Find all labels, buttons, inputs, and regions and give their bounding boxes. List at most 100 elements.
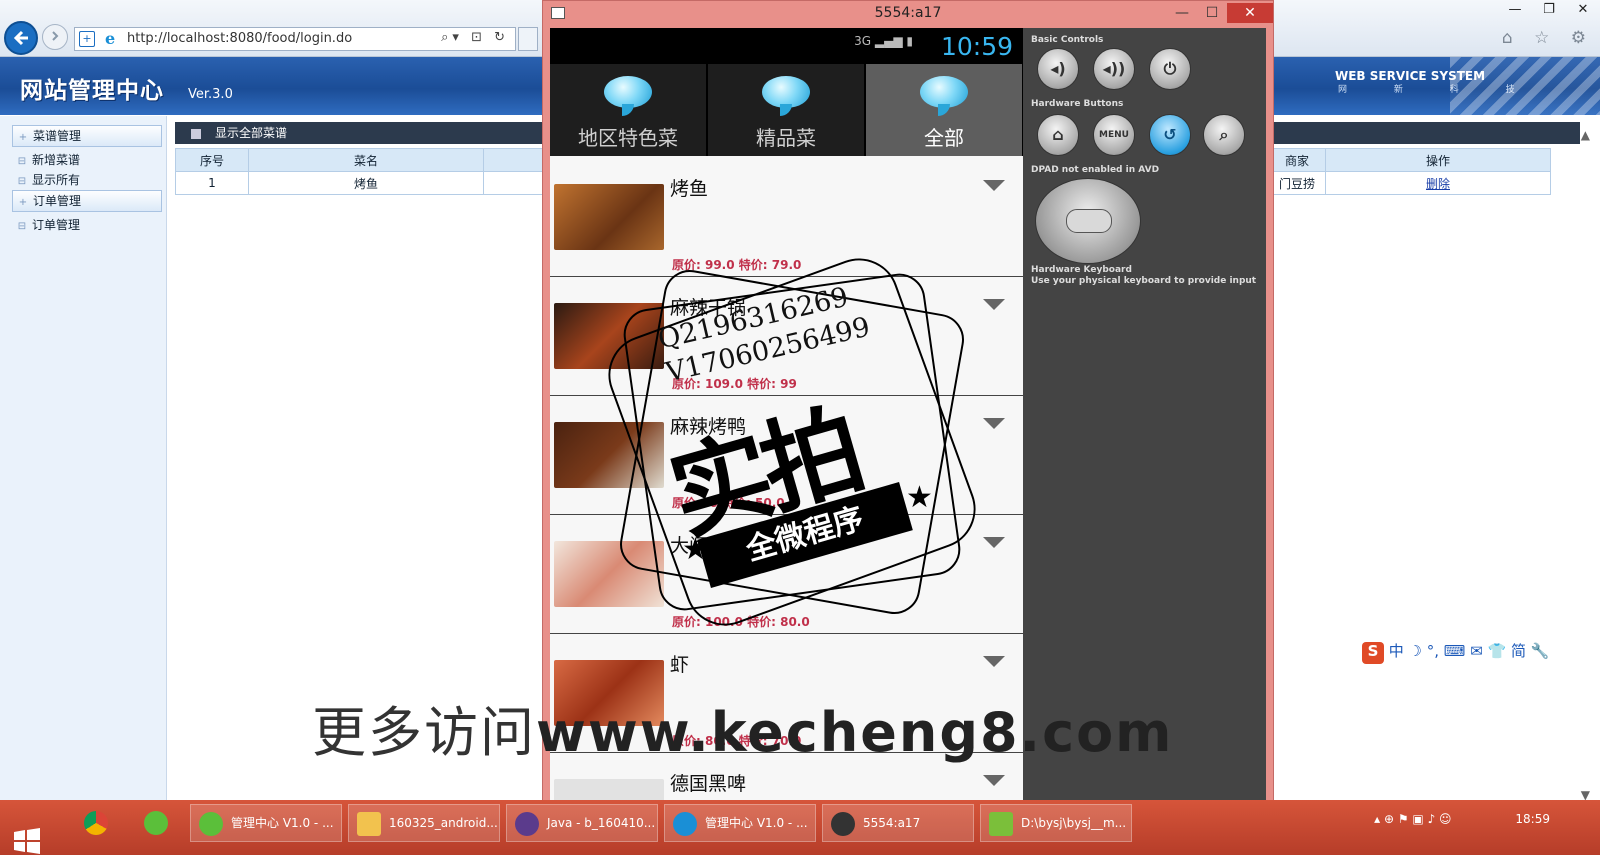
hardware-keyboard-note: Use your physical keyboard to provide in…: [1031, 276, 1257, 286]
food-image: [554, 422, 664, 488]
food-price: 原价: 99.0 特价: 79.0: [672, 258, 802, 272]
tab-all[interactable]: 全部: [866, 64, 1023, 156]
minimize-icon[interactable]: —: [1498, 0, 1532, 20]
arrow-left-icon: [13, 30, 28, 46]
menu-button[interactable]: MENU: [1093, 114, 1135, 156]
panel-title: 显示全部菜谱: [215, 126, 288, 140]
column-header: 菜名: [248, 148, 484, 172]
taskbar-item[interactable]: D:\bysj\bysj__m...: [980, 804, 1132, 842]
panel-icon: [191, 128, 201, 139]
browser-tab[interactable]: [518, 27, 538, 51]
sidebar-item-order-management[interactable]: + 订单管理: [12, 190, 162, 212]
cell-no: 1: [175, 171, 249, 195]
taskbar-item[interactable]: Java - b_160410...: [506, 804, 658, 842]
site-title: 网站管理中心: [20, 78, 164, 104]
table-header-row: 序号 菜名: [175, 148, 547, 172]
home-button[interactable]: ⌂: [1037, 114, 1079, 156]
ime-toolbar[interactable]: S 中 ☽ °, ⌨ ✉ 👕 简 🔧: [1362, 640, 1562, 664]
ime-icons[interactable]: 中 ☽ °, ⌨ ✉ 👕 简 🔧: [1389, 642, 1550, 660]
sidebar-item-show-all[interactable]: ⊟ 显示所有: [12, 170, 160, 190]
home-favorites-settings-icons[interactable]: ⌂ ☆ ⚙: [1502, 28, 1594, 48]
address-bar[interactable]: + e http://localhost:8080/food/login.do …: [74, 27, 516, 51]
emulator-window-controls: — ☐ ✕: [1167, 1, 1273, 23]
status-time: 10:59: [940, 32, 1013, 61]
forward-button[interactable]: [42, 24, 68, 50]
bottom-watermark: 更多访问www.kecheng8.com: [312, 701, 1174, 764]
chevron-down-icon[interactable]: [983, 537, 1005, 548]
back-button[interactable]: [4, 21, 38, 55]
search-refresh-icons[interactable]: ⌕▾ ⊡ ↻: [441, 30, 509, 45]
clock[interactable]: 18:59: [1515, 812, 1550, 826]
sidebar-item-label: 菜谱管理: [33, 129, 82, 143]
chevron-down-icon[interactable]: [983, 775, 1005, 786]
tree-node-icon: ⊟: [17, 221, 27, 232]
volume-down-button[interactable]: ◂): [1037, 48, 1079, 90]
tab-bar: 地区特色菜 精品菜 全部: [550, 64, 1023, 156]
dpad-control[interactable]: [1035, 178, 1141, 264]
food-image: [554, 541, 664, 607]
food-image: [554, 303, 664, 369]
windows-logo-icon[interactable]: [12, 826, 42, 856]
chevron-down-icon[interactable]: [983, 656, 1005, 667]
app-icon[interactable]: [138, 804, 174, 840]
ie-logo-icon: e: [105, 29, 116, 48]
food-image: [554, 184, 664, 250]
security-icon: +: [79, 31, 95, 47]
dpad-center[interactable]: [1066, 209, 1112, 233]
delete-link[interactable]: 删除: [1426, 177, 1450, 191]
tab-label: 全部: [924, 126, 964, 150]
food-name: 虾: [670, 654, 690, 676]
chevron-down-icon[interactable]: [983, 418, 1005, 429]
emulator-title: 5554:a17: [874, 5, 942, 21]
tab-label: 精品菜: [756, 126, 816, 150]
chevron-down-icon[interactable]: [983, 299, 1005, 310]
table-row: 门豆捞 删除: [1268, 171, 1551, 195]
taskbar-item[interactable]: 管理中心 V1.0 - ...: [664, 804, 816, 842]
column-header: 序号: [175, 148, 249, 172]
chevron-down-icon[interactable]: [983, 180, 1005, 191]
sidebar-item-add-recipe[interactable]: ⊟ 新增菜谱: [12, 150, 160, 170]
tab-regional-dishes[interactable]: 地区特色菜: [550, 64, 708, 156]
signal-battery-icons: 3G ▂▄▆ ▮: [854, 34, 913, 48]
sidebar-item-label: 显示所有: [32, 173, 81, 187]
sidebar-item-orders[interactable]: ⊟ 订单管理: [12, 215, 160, 235]
recipe-table: 序号 菜名 1 烤鱼: [175, 148, 547, 195]
hardware-keyboard-label: Hardware Keyboard: [1031, 265, 1132, 275]
close-icon[interactable]: ✕: [1566, 0, 1600, 20]
back-hardware-button[interactable]: ↺: [1149, 114, 1191, 156]
close-icon[interactable]: ✕: [1227, 3, 1273, 23]
chrome-icon[interactable]: [78, 804, 114, 840]
taskbar-item[interactable]: 160325_android...: [348, 804, 500, 842]
taskbar-item[interactable]: 5554:a17: [822, 804, 974, 842]
sidebar-item-label: 订单管理: [32, 218, 81, 232]
taskbar: 管理中心 V1.0 - ... 160325_android... Java -…: [0, 800, 1600, 855]
restore-icon[interactable]: ❐: [1532, 0, 1566, 20]
window-icon: [551, 7, 565, 19]
list-item[interactable]: 烤鱼 原价: 99.0 特价: 79.0: [550, 158, 1023, 277]
cell-shop: 门豆捞: [1268, 171, 1326, 195]
sidebar-item-label: 订单管理: [33, 194, 82, 208]
cell-empty: [483, 171, 547, 195]
tab-premium-dishes[interactable]: 精品菜: [708, 64, 866, 156]
status-bar: 3G ▂▄▆ ▮ 10:59: [550, 28, 1023, 64]
version-label: Ver.3.0: [188, 87, 233, 102]
dpad-label: DPAD not enabled in AVD: [1031, 165, 1160, 175]
volume-up-button[interactable]: ◂)): [1093, 48, 1135, 90]
tray-icons[interactable]: ▴ ⊕ ⚑ ▣ ♪ ☺: [1374, 812, 1451, 826]
taskbar-item[interactable]: 管理中心 V1.0 - ...: [190, 804, 342, 842]
system-tray: ▴ ⊕ ⚑ ▣ ♪ ☺ 18:59: [1374, 812, 1550, 826]
maximize-icon[interactable]: ☐: [1197, 3, 1227, 23]
sidebar-item-recipe-management[interactable]: + 菜谱管理: [12, 125, 162, 147]
cell-action: 删除: [1325, 171, 1551, 195]
minimize-icon[interactable]: —: [1167, 3, 1197, 23]
search-button[interactable]: ⌕: [1203, 114, 1245, 156]
scroll-up-icon[interactable]: ▲: [1581, 128, 1590, 142]
sidebar: + 菜谱管理 ⊟ 新增菜谱 ⊟ 显示所有 + 订单管理 ⊟ 订单管理: [0, 116, 167, 816]
sidebar-item-label: 新增菜谱: [32, 153, 81, 167]
arrow-right-icon: [52, 31, 59, 41]
food-price: 原价: 100.0 特价: 80.0: [672, 615, 810, 629]
star-icon: ★: [682, 532, 709, 567]
power-button[interactable]: ⏻: [1149, 48, 1191, 90]
recipe-table-right: 商家 操作 门豆捞 删除: [1268, 148, 1551, 195]
table-row: 1 烤鱼: [175, 171, 547, 195]
